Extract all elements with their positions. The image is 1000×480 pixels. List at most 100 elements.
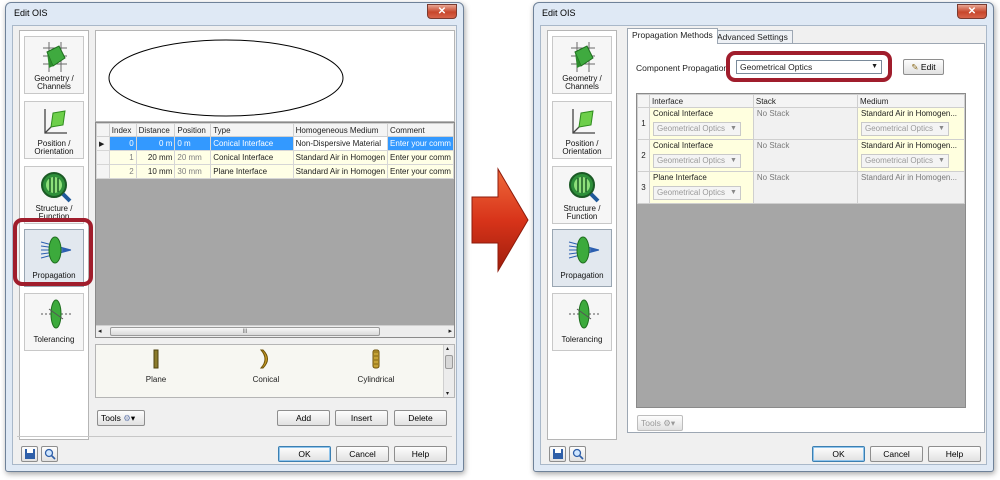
table-row[interactable]: 2 Conical Interface Geometrical Optics ▼ … bbox=[637, 139, 965, 172]
table-row[interactable]: 1 Conical Interface Geometrical Optics ▼ … bbox=[637, 107, 965, 140]
close-button[interactable]: ✕ bbox=[957, 4, 987, 19]
preview-button[interactable] bbox=[41, 446, 58, 462]
sidebar-item-geometry[interactable]: Geometry / Channels bbox=[24, 36, 84, 94]
cell-comment[interactable]: Enter your comm bbox=[387, 150, 454, 165]
save-button[interactable] bbox=[21, 446, 38, 462]
scroll-thumb[interactable]: III bbox=[110, 327, 380, 336]
cell-medium[interactable]: Standard Air in Homogen... Geometrical O… bbox=[856, 139, 965, 172]
tools-button[interactable]: Tools ⚙▾ bbox=[97, 410, 145, 426]
cell-interface[interactable]: Plane Interface Geometrical Optics ▼ bbox=[648, 171, 754, 204]
tab-propagation-methods[interactable]: Propagation Methods bbox=[627, 28, 718, 44]
cell-interface[interactable]: Conical Interface Geometrical Optics ▼ bbox=[648, 107, 754, 140]
cell-distance[interactable]: 10 mm bbox=[135, 164, 176, 179]
row-header-spacer bbox=[96, 123, 110, 137]
cell-medium[interactable]: Non-Dispersive Material bbox=[292, 136, 389, 151]
delete-button[interactable]: Delete bbox=[394, 410, 447, 426]
tools-button[interactable]: Tools ⚙▾ bbox=[637, 415, 683, 431]
cell-stack[interactable]: No Stack bbox=[752, 139, 858, 172]
scroll-up-arrow[interactable]: ▴ bbox=[446, 345, 449, 352]
cell-medium[interactable]: Standard Air in Homogen... Geometrical O… bbox=[856, 107, 965, 140]
cell-position[interactable]: 20 mm bbox=[174, 150, 212, 165]
cell-position[interactable]: 30 mm bbox=[174, 164, 212, 179]
sidebar-item-propagation[interactable]: Propagation bbox=[552, 229, 612, 287]
horizontal-scrollbar[interactable]: ◂ III ▸ bbox=[96, 325, 454, 337]
save-button[interactable] bbox=[549, 446, 566, 462]
table-row[interactable]: ▶ 0 0 m 0 m Conical Interface Non-Disper… bbox=[96, 136, 454, 151]
sidebar-item-tolerancing[interactable]: Tolerancing bbox=[552, 293, 612, 351]
cell-type[interactable]: Plane Interface bbox=[210, 164, 294, 179]
cell-index[interactable]: 1 bbox=[108, 150, 137, 165]
column-header[interactable]: Position bbox=[174, 123, 212, 137]
help-button[interactable]: Help bbox=[394, 446, 447, 462]
cancel-button[interactable]: Cancel bbox=[870, 446, 923, 462]
cell-stack[interactable]: No Stack bbox=[752, 171, 858, 204]
cell-medium[interactable]: Standard Air in Homogen bbox=[292, 164, 389, 179]
table-row[interactable]: 3 Plane Interface Geometrical Optics ▼ No… bbox=[637, 171, 965, 204]
cell-position[interactable]: 0 m bbox=[174, 136, 212, 151]
cell-stack[interactable]: No Stack bbox=[752, 107, 858, 140]
title-bar[interactable]: Edit OIS ✕ bbox=[534, 3, 993, 25]
column-header[interactable]: Medium bbox=[856, 94, 965, 108]
cell-interface[interactable]: Conical Interface Geometrical Optics ▼ bbox=[648, 139, 754, 172]
chevron-down-icon: ▼ bbox=[730, 157, 737, 164]
cell-index[interactable]: 2 bbox=[108, 164, 137, 179]
column-header[interactable]: Homogeneous Medium bbox=[292, 123, 389, 137]
tab-advanced-settings[interactable]: Advanced Settings bbox=[712, 30, 793, 44]
interface-method-select[interactable]: Geometrical Optics ▼ bbox=[652, 122, 741, 136]
column-header[interactable]: Stack bbox=[752, 94, 858, 108]
preview-button[interactable] bbox=[569, 446, 586, 462]
cancel-button[interactable]: Cancel bbox=[336, 446, 389, 462]
scroll-thumb[interactable] bbox=[445, 355, 453, 369]
column-header[interactable]: Interface bbox=[648, 94, 754, 108]
palette-item-conical[interactable]: Conical bbox=[236, 347, 296, 391]
insert-button[interactable]: Insert bbox=[335, 410, 388, 426]
cell-distance[interactable]: 20 mm bbox=[135, 150, 176, 165]
sidebar-item-tolerancing[interactable]: Tolerancing bbox=[24, 293, 84, 351]
column-header[interactable]: Comment bbox=[387, 123, 454, 137]
tab-page: Component Propagation Geometrical Optics… bbox=[627, 43, 985, 433]
palette-item-cylindrical[interactable]: Cylindrical bbox=[346, 347, 406, 391]
interface-name: Conical Interface bbox=[652, 141, 714, 150]
close-button[interactable]: ✕ bbox=[427, 4, 457, 19]
category-sidebar: Geometry / Channels Position / Orientation… bbox=[547, 30, 617, 440]
aperture-preview-ellipse bbox=[108, 39, 344, 117]
sidebar-item-structure[interactable]: Structure / Function bbox=[552, 166, 612, 224]
column-header[interactable]: Distance bbox=[135, 123, 176, 137]
scroll-right-arrow[interactable]: ▸ bbox=[448, 327, 452, 335]
column-header[interactable]: Index bbox=[108, 123, 137, 137]
components-table: Index Distance Position Type Homogeneous… bbox=[96, 123, 454, 179]
position-icon bbox=[44, 109, 67, 134]
medium-method-select[interactable]: Geometrical Optics ▼ bbox=[860, 154, 949, 168]
sidebar-item-position[interactable]: Position / Orientation bbox=[24, 101, 84, 159]
column-header[interactable]: Type bbox=[210, 123, 294, 137]
cell-comment[interactable]: Enter your comm bbox=[387, 164, 454, 179]
sidebar-label: Position / Orientation bbox=[34, 139, 74, 156]
palette-item-plane[interactable]: Plane bbox=[126, 347, 186, 391]
ok-button[interactable]: OK bbox=[812, 446, 865, 462]
cell-comment[interactable]: Enter your comm bbox=[387, 136, 454, 151]
scroll-down-arrow[interactable]: ▾ bbox=[446, 390, 449, 397]
medium-method-select[interactable]: Geometrical Optics ▼ bbox=[860, 122, 949, 136]
table-row[interactable]: 2 10 mm 30 mm Plane Interface Standard A… bbox=[96, 164, 454, 179]
ok-button[interactable]: OK bbox=[278, 446, 331, 462]
palette-label: Cylindrical bbox=[357, 375, 395, 384]
cell-type[interactable]: Conical Interface bbox=[210, 136, 294, 151]
cell-medium[interactable]: Standard Air in Homogen... bbox=[856, 171, 965, 204]
interface-method-select[interactable]: Geometrical Optics ▼ bbox=[652, 154, 741, 168]
title-bar[interactable]: Edit OIS ✕ bbox=[6, 3, 463, 25]
cell-distance[interactable]: 0 m bbox=[135, 136, 176, 151]
scroll-left-arrow[interactable]: ◂ bbox=[98, 327, 102, 335]
cell-medium[interactable]: Standard Air in Homogen bbox=[292, 150, 389, 165]
cylindrical-interface-icon bbox=[372, 349, 380, 369]
cell-index[interactable]: 0 bbox=[108, 136, 137, 151]
palette-scrollbar[interactable]: ▴ ▾ bbox=[443, 345, 454, 397]
add-button[interactable]: Add bbox=[277, 410, 330, 426]
edit-button[interactable]: ✎ Edit bbox=[903, 59, 944, 75]
sidebar-item-geometry[interactable]: Geometry / Channels bbox=[552, 36, 612, 94]
table-row[interactable]: 1 20 mm 20 mm Conical Interface Standard… bbox=[96, 150, 454, 165]
cell-type[interactable]: Conical Interface bbox=[210, 150, 294, 165]
sidebar-item-structure[interactable]: Structure / Function bbox=[24, 166, 84, 224]
interface-method-select[interactable]: Geometrical Optics ▼ bbox=[652, 186, 741, 200]
help-button[interactable]: Help bbox=[928, 446, 981, 462]
sidebar-item-position[interactable]: Position / Orientation bbox=[552, 101, 612, 159]
